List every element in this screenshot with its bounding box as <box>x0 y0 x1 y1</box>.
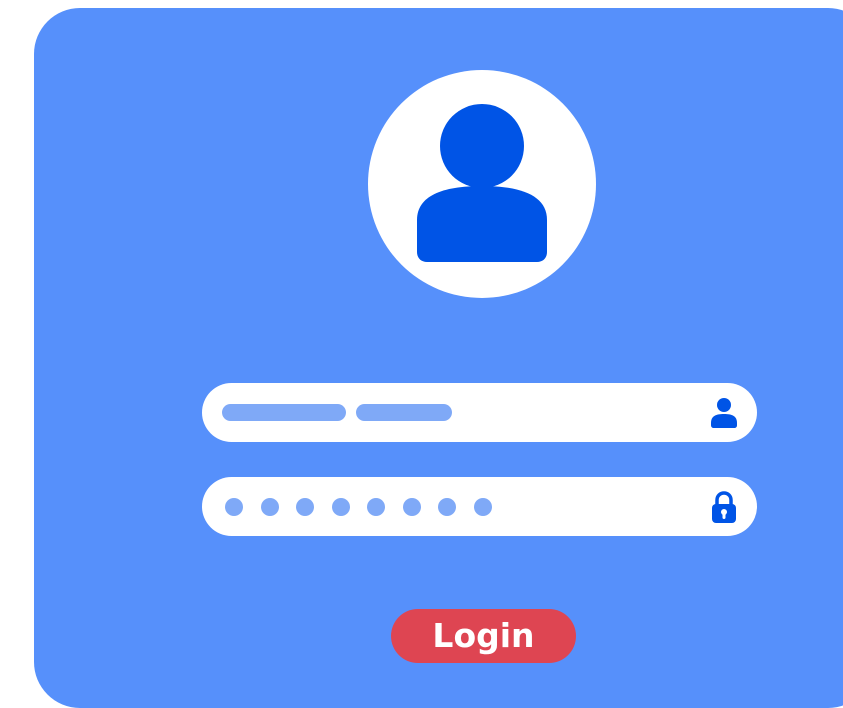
lock-icon <box>712 491 736 523</box>
password-dot <box>296 498 314 516</box>
password-dot <box>225 498 243 516</box>
username-field[interactable] <box>202 383 757 442</box>
avatar <box>368 70 596 298</box>
login-card: Login <box>34 8 843 708</box>
user-icon <box>711 398 737 428</box>
password-dot <box>260 498 279 516</box>
password-dot <box>402 498 421 516</box>
login-button[interactable]: Login <box>391 609 576 663</box>
password-dot <box>367 498 385 516</box>
password-dot <box>473 498 492 516</box>
password-dot <box>438 498 456 516</box>
password-dot <box>331 498 350 516</box>
username-placeholder-bar <box>222 404 346 421</box>
username-placeholder-bar <box>356 404 452 421</box>
password-field[interactable] <box>202 477 757 536</box>
user-avatar-icon <box>417 104 547 262</box>
